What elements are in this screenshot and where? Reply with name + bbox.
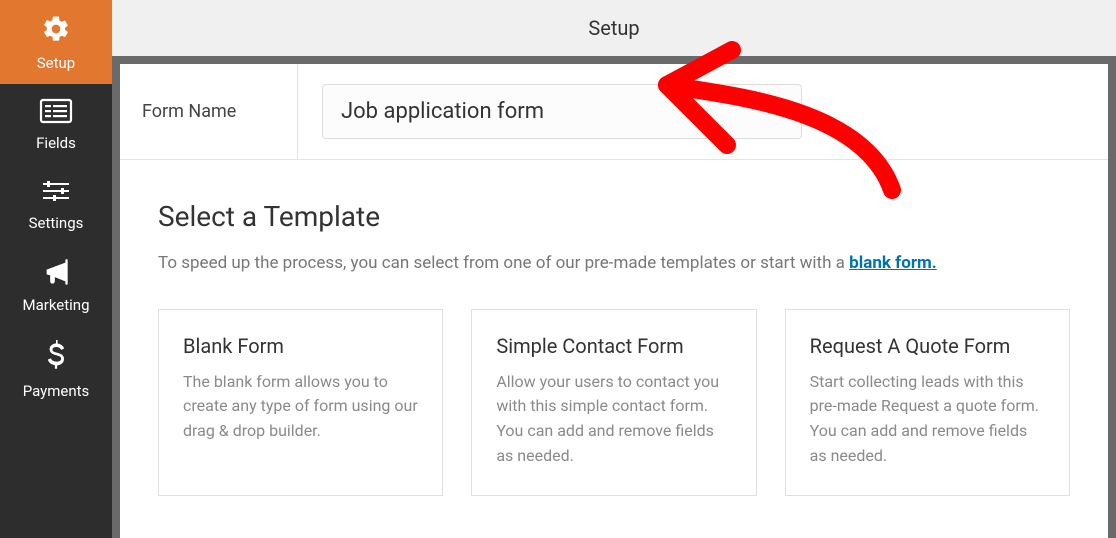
- form-name-label: Form Name: [120, 64, 298, 159]
- template-subtitle: To speed up the process, you can select …: [158, 251, 1070, 277]
- template-card-simple-contact[interactable]: Simple Contact Form Allow your users to …: [471, 309, 756, 496]
- template-subtitle-text: To speed up the process, you can select …: [158, 253, 849, 273]
- template-cards: Blank Form The blank form allows you to …: [158, 309, 1070, 496]
- form-name-input-wrap: [298, 64, 826, 159]
- panel: Form Name Select a Template To speed up …: [120, 64, 1108, 538]
- bullhorn-icon: [40, 258, 72, 290]
- template-card-request-quote[interactable]: Request A Quote Form Start collecting le…: [785, 309, 1070, 496]
- fields-icon: [39, 98, 73, 128]
- sliders-icon: [41, 178, 71, 208]
- sidebar-item-marketing[interactable]: Marketing: [0, 244, 112, 326]
- card-title: Blank Form: [183, 334, 418, 358]
- main-area: Setup Form Name Select a Template To spe…: [112, 0, 1116, 538]
- sidebar-item-setup[interactable]: Setup: [0, 0, 112, 84]
- sidebar: Setup Fields Settings Marketing Payments: [0, 0, 112, 538]
- form-name-input[interactable]: [322, 84, 802, 139]
- sidebar-item-fields[interactable]: Fields: [0, 84, 112, 164]
- sidebar-item-label: Setup: [37, 54, 75, 72]
- card-title: Simple Contact Form: [496, 334, 731, 358]
- card-desc: Start collecting leads with this pre-mad…: [810, 370, 1045, 469]
- sidebar-item-label: Fields: [36, 134, 76, 152]
- sidebar-item-label: Settings: [29, 214, 84, 232]
- page-title: Setup: [588, 16, 639, 40]
- template-heading: Select a Template: [158, 200, 1070, 233]
- sidebar-item-label: Marketing: [22, 296, 89, 314]
- form-name-row: Form Name: [120, 64, 1108, 160]
- dollar-icon: [46, 340, 66, 376]
- card-desc: Allow your users to contact you with thi…: [496, 370, 731, 469]
- blank-form-link[interactable]: blank form.: [849, 253, 937, 273]
- page-title-bar: Setup: [112, 0, 1116, 56]
- template-card-blank[interactable]: Blank Form The blank form allows you to …: [158, 309, 443, 496]
- sidebar-item-label: Payments: [23, 382, 90, 400]
- gear-icon: [41, 14, 71, 48]
- sidebar-item-payments[interactable]: Payments: [0, 326, 112, 412]
- card-desc: The blank form allows you to create any …: [183, 370, 418, 444]
- template-section: Select a Template To speed up the proces…: [120, 160, 1108, 496]
- panel-wrap: Form Name Select a Template To speed up …: [112, 56, 1116, 538]
- card-title: Request A Quote Form: [810, 334, 1045, 358]
- sidebar-item-settings[interactable]: Settings: [0, 164, 112, 244]
